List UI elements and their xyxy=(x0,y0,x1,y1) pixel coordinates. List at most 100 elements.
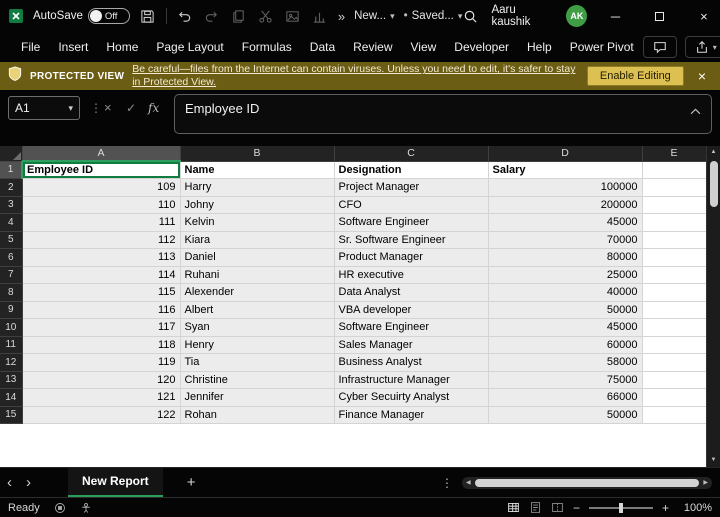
cut-icon[interactable] xyxy=(257,7,275,25)
cell-E10[interactable] xyxy=(642,319,706,337)
cell-D4[interactable]: 45000 xyxy=(488,214,642,232)
macro-record-icon[interactable] xyxy=(54,502,66,514)
ribbon-tab-home[interactable]: Home xyxy=(97,32,147,62)
cell-B13[interactable]: Christine xyxy=(180,371,334,389)
new-sheet-button[interactable]: + xyxy=(187,474,196,491)
protected-view-message[interactable]: Be careful—files from the Internet can c… xyxy=(132,63,579,88)
cell-B15[interactable]: Rohan xyxy=(180,406,334,424)
cell-D2[interactable]: 100000 xyxy=(488,179,642,197)
cell-A5[interactable]: 112 xyxy=(22,231,180,249)
cell-D5[interactable]: 70000 xyxy=(488,231,642,249)
share-button[interactable]: ▾ xyxy=(685,36,720,58)
cell-E14[interactable] xyxy=(642,389,706,407)
ribbon-tab-review[interactable]: Review xyxy=(344,32,401,62)
cell-E6[interactable] xyxy=(642,249,706,267)
cell-A12[interactable]: 119 xyxy=(22,354,180,372)
cell-A14[interactable]: 121 xyxy=(22,389,180,407)
ribbon-tab-file[interactable]: File xyxy=(12,32,49,62)
undo-icon[interactable] xyxy=(176,7,194,25)
ribbon-tab-developer[interactable]: Developer xyxy=(445,32,518,62)
cell-A11[interactable]: 118 xyxy=(22,336,180,354)
cell-C11[interactable]: Sales Manager xyxy=(334,336,488,354)
copy-icon[interactable] xyxy=(230,7,248,25)
cell-B10[interactable]: Syan xyxy=(180,319,334,337)
sheet-nav-left-icon[interactable]: ‹ xyxy=(0,468,19,498)
ribbon-tab-data[interactable]: Data xyxy=(301,32,344,62)
cell-A13[interactable]: 120 xyxy=(22,371,180,389)
cell-B8[interactable]: Alexender xyxy=(180,284,334,302)
vertical-scroll-thumb[interactable] xyxy=(710,161,718,207)
comments-button[interactable] xyxy=(643,36,677,58)
cell-D8[interactable]: 40000 xyxy=(488,284,642,302)
cell-D15[interactable]: 50000 xyxy=(488,406,642,424)
ribbon-tab-view[interactable]: View xyxy=(402,32,446,62)
zoom-out-button[interactable]: − xyxy=(573,501,580,515)
cell-C2[interactable]: Project Manager xyxy=(334,179,488,197)
cell-E4[interactable] xyxy=(642,214,706,232)
cell-A1[interactable]: Employee ID xyxy=(22,161,180,179)
cell-C5[interactable]: Sr. Software Engineer xyxy=(334,231,488,249)
maximize-button[interactable] xyxy=(644,0,676,32)
page-layout-view-icon[interactable] xyxy=(529,501,542,514)
minimize-button[interactable]: ─ xyxy=(599,0,631,32)
cell-C9[interactable]: VBA developer xyxy=(334,301,488,319)
enable-editing-button[interactable]: Enable Editing xyxy=(587,66,684,86)
ribbon-tab-page-layout[interactable]: Page Layout xyxy=(147,32,232,62)
cell-B4[interactable]: Kelvin xyxy=(180,214,334,232)
cell-E12[interactable] xyxy=(642,354,706,372)
scroll-right-icon[interactable]: ▶ xyxy=(699,479,712,486)
cell-B11[interactable]: Henry xyxy=(180,336,334,354)
cell-C15[interactable]: Finance Manager xyxy=(334,406,488,424)
name-box[interactable]: A1 ▾ xyxy=(8,96,80,120)
page-break-view-icon[interactable] xyxy=(551,501,564,514)
scroll-down-icon[interactable]: ▼ xyxy=(707,454,720,467)
cell-A6[interactable]: 113 xyxy=(22,249,180,267)
normal-view-icon[interactable] xyxy=(507,501,520,514)
close-button[interactable]: × xyxy=(688,0,720,32)
more-commands-icon[interactable]: » xyxy=(338,9,345,24)
collapse-formula-bar-icon[interactable] xyxy=(690,103,701,118)
row-header-7[interactable]: 7 xyxy=(0,266,22,284)
cell-A3[interactable]: 110 xyxy=(22,196,180,214)
cell-A9[interactable]: 116 xyxy=(22,301,180,319)
cell-D3[interactable]: 200000 xyxy=(488,196,642,214)
cell-C13[interactable]: Infrastructure Manager xyxy=(334,371,488,389)
avatar[interactable]: AK xyxy=(566,5,587,27)
cell-E2[interactable] xyxy=(642,179,706,197)
cell-E7[interactable] xyxy=(642,266,706,284)
cell-B7[interactable]: Ruhani xyxy=(180,266,334,284)
cell-D1[interactable]: Salary xyxy=(488,161,642,179)
cell-E1[interactable] xyxy=(642,161,706,179)
cell-E15[interactable] xyxy=(642,406,706,424)
cell-E5[interactable] xyxy=(642,231,706,249)
row-header-12[interactable]: 12 xyxy=(0,354,22,372)
enter-icon[interactable]: ✓ xyxy=(126,96,136,120)
ribbon-tab-power-pivot[interactable]: Power Pivot xyxy=(561,32,643,62)
cell-E11[interactable] xyxy=(642,336,706,354)
row-header-6[interactable]: 6 xyxy=(0,249,22,267)
row-header-11[interactable]: 11 xyxy=(0,336,22,354)
cell-D10[interactable]: 45000 xyxy=(488,319,642,337)
cell-B3[interactable]: Johny xyxy=(180,196,334,214)
cell-B14[interactable]: Jennifer xyxy=(180,389,334,407)
cell-A15[interactable]: 122 xyxy=(22,406,180,424)
horizontal-scroll-thumb[interactable] xyxy=(475,479,700,487)
cell-A2[interactable]: 109 xyxy=(22,179,180,197)
cell-C8[interactable]: Data Analyst xyxy=(334,284,488,302)
cell-B6[interactable]: Daniel xyxy=(180,249,334,267)
row-header-3[interactable]: 3 xyxy=(0,196,22,214)
save-icon[interactable] xyxy=(139,7,157,25)
formula-input[interactable]: Employee ID xyxy=(174,94,712,134)
row-header-14[interactable]: 14 xyxy=(0,389,22,407)
search-icon[interactable] xyxy=(462,7,479,25)
sheet-tab-menu-icon[interactable]: ⋮ xyxy=(432,476,462,490)
row-header-10[interactable]: 10 xyxy=(0,319,22,337)
select-all-button[interactable] xyxy=(0,146,22,161)
ribbon-tab-formulas[interactable]: Formulas xyxy=(233,32,301,62)
cancel-icon[interactable]: × xyxy=(104,96,112,120)
cell-A8[interactable]: 115 xyxy=(22,284,180,302)
cell-C14[interactable]: Cyber Secuirty Analyst xyxy=(334,389,488,407)
cell-E8[interactable] xyxy=(642,284,706,302)
column-header-A[interactable]: A xyxy=(22,146,180,161)
cell-C7[interactable]: HR executive xyxy=(334,266,488,284)
